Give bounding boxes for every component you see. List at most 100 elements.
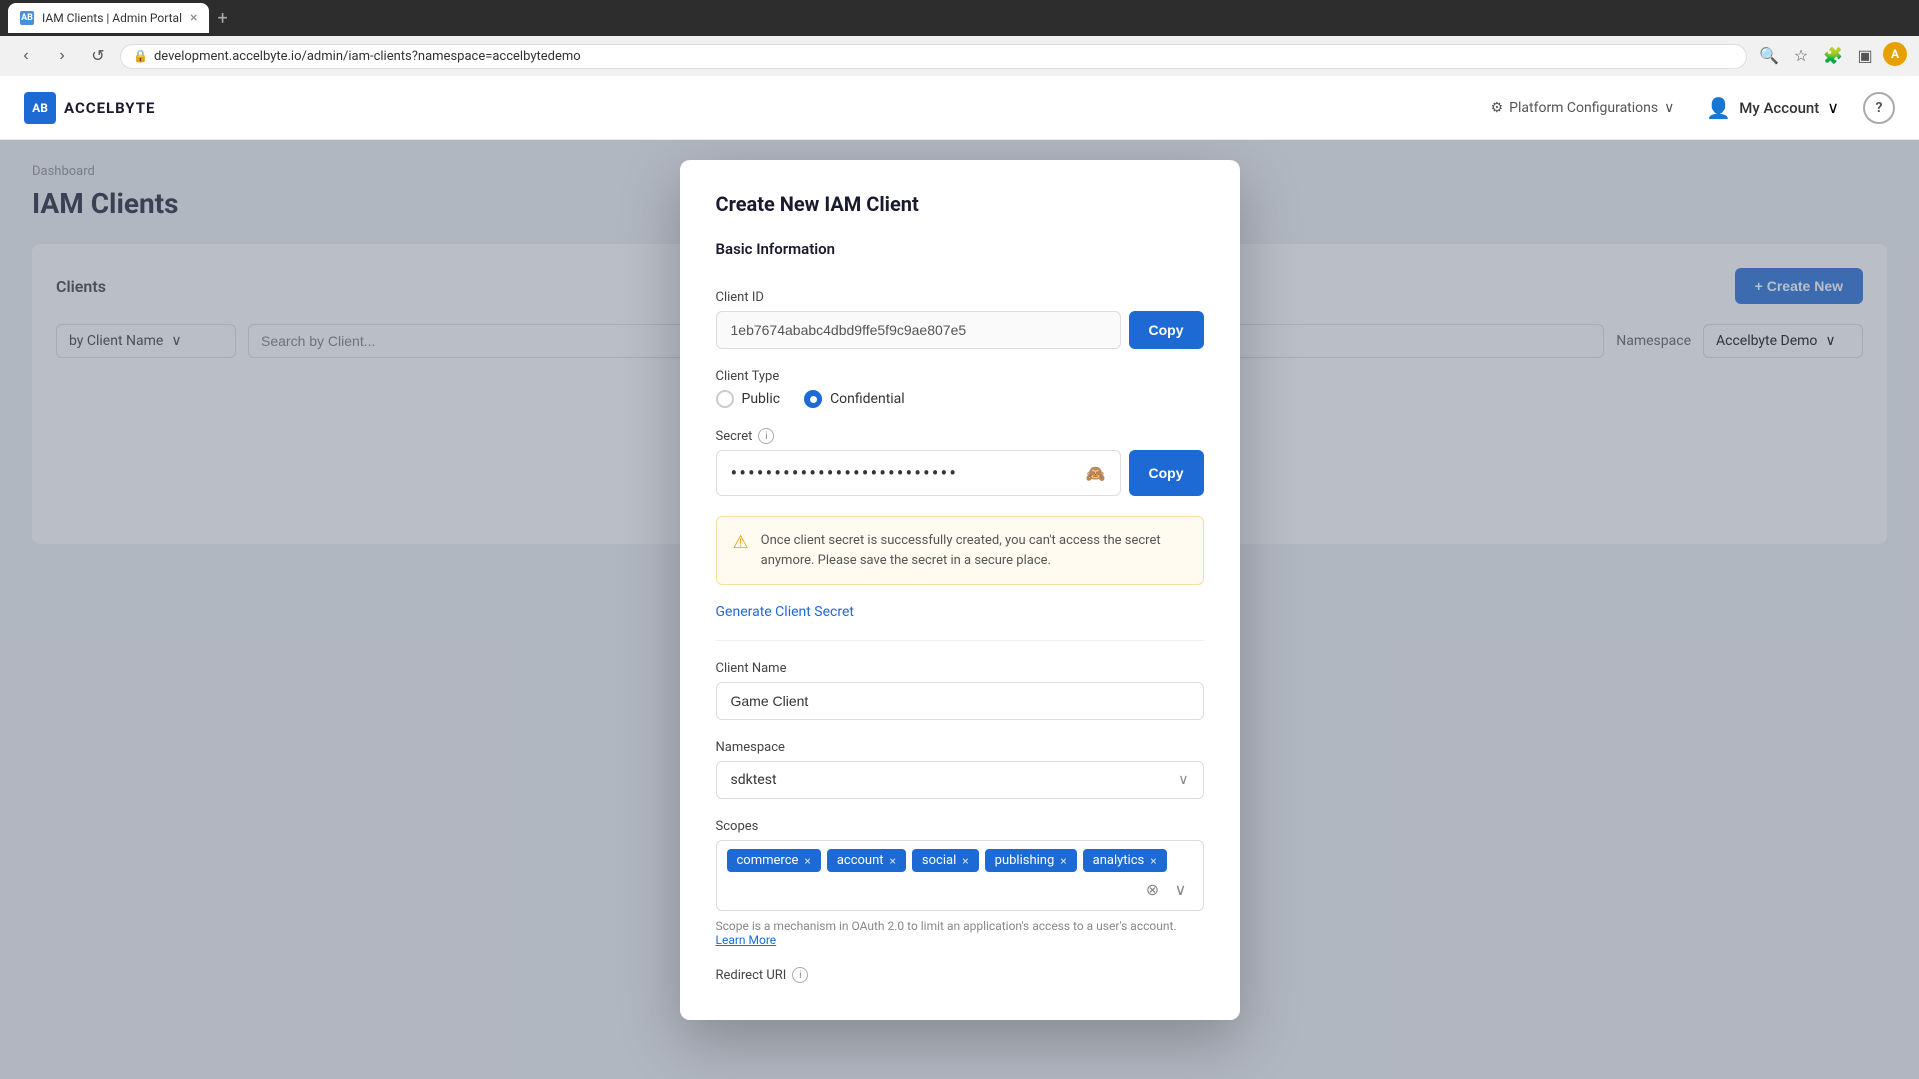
namespace-field-label: Namespace (716, 740, 1204, 755)
radio-public-label: Public (742, 391, 781, 407)
warning-icon: ⚠ (733, 532, 749, 570)
namespace-dropdown[interactable]: sdktest ∨ (716, 761, 1204, 799)
client-id-input-row: Copy (716, 311, 1204, 349)
scope-tag-analytics: analytics × (1083, 849, 1167, 872)
warning-text: Once client secret is successfully creat… (761, 531, 1187, 570)
tag-controls: ⊗ ∨ (1141, 878, 1193, 902)
platform-config-chevron: ∨ (1664, 100, 1674, 116)
divider (716, 640, 1204, 641)
user-avatar[interactable]: A (1883, 42, 1907, 66)
bookmark-icon[interactable]: ☆ (1787, 42, 1815, 70)
page-area: Dashboard IAM Clients Clients + Create N… (0, 140, 1919, 1079)
back-button[interactable]: ‹ (12, 42, 40, 70)
url-text: development.accelbyte.io/admin/iam-clien… (154, 49, 581, 64)
learn-more-link[interactable]: Learn More (716, 933, 777, 947)
radio-confidential-inner (810, 396, 817, 403)
logo-text: ACCELBYTE (64, 99, 155, 117)
scope-tag-commerce-label: commerce (737, 853, 799, 868)
client-type-label: Client Type (716, 369, 1204, 384)
scope-tag-account: account × (827, 849, 906, 872)
browser-tab[interactable]: AB IAM Clients | Admin Portal × (8, 3, 209, 33)
logo-icon: AB (24, 92, 56, 124)
scope-tag-publishing-remove[interactable]: × (1060, 854, 1066, 868)
warning-box: ⚠ Once client secret is successfully cre… (716, 516, 1204, 585)
client-name-label: Client Name (716, 661, 1204, 676)
sidebar-toggle[interactable]: ▣ (1851, 42, 1879, 70)
secret-group: Secret i •••••••••••••••••••••••••• 🙈 Co… (716, 428, 1204, 496)
platform-config-nav[interactable]: ⚙ Platform Configurations ∨ (1483, 92, 1683, 124)
secret-label: Secret i (716, 428, 1204, 444)
scope-tag-social: social × (912, 849, 979, 872)
logo-area: AB ACCELBYTE (24, 92, 1467, 124)
copy-client-id-button[interactable]: Copy (1129, 311, 1204, 349)
my-account-label: My Account (1739, 99, 1819, 117)
client-id-input[interactable] (716, 311, 1121, 349)
namespace-dropdown-value: sdktest (731, 772, 777, 788)
scope-tag-account-label: account (837, 853, 884, 868)
modal-overlay: Create New IAM Client Basic Information … (0, 140, 1919, 1079)
create-iam-modal: Create New IAM Client Basic Information … (680, 160, 1240, 1020)
help-button[interactable]: ? (1863, 92, 1895, 124)
clear-all-tags-button[interactable]: ⊗ (1141, 878, 1165, 902)
client-id-group: Client ID Copy (716, 290, 1204, 349)
modal-title: Create New IAM Client (716, 192, 1204, 216)
redirect-uri-label: Redirect URI i (716, 967, 1204, 983)
person-icon: 👤 (1706, 96, 1731, 120)
redirect-uri-group: Redirect URI i (716, 967, 1204, 983)
new-tab-button[interactable]: + (217, 8, 227, 29)
generate-secret-link[interactable]: Generate Client Secret (716, 604, 855, 620)
client-type-group: Client Type Public Confidential (716, 369, 1204, 408)
my-account-nav[interactable]: 👤 My Account ∨ (1706, 96, 1839, 120)
header-right: ⚙ Platform Configurations ∨ 👤 My Account… (1483, 92, 1895, 124)
scope-tag-analytics-label: analytics (1093, 853, 1145, 868)
namespace-dropdown-chevron: ∨ (1178, 772, 1188, 788)
expand-tags-button[interactable]: ∨ (1169, 878, 1193, 902)
main-content: Dashboard IAM Clients Clients + Create N… (0, 140, 1919, 1079)
secret-info-icon[interactable]: i (758, 428, 774, 444)
scope-tag-commerce: commerce × (727, 849, 821, 872)
secret-dots: •••••••••••••••••••••••••• (731, 461, 958, 485)
my-account-chevron: ∨ (1827, 98, 1839, 117)
redirect-uri-info-icon[interactable]: i (792, 967, 808, 983)
scope-hint: Scope is a mechanism in OAuth 2.0 to lim… (716, 919, 1204, 947)
lock-icon: 🔒 (133, 49, 148, 63)
address-bar[interactable]: 🔒 development.accelbyte.io/admin/iam-cli… (120, 44, 1747, 69)
tab-close-icon[interactable]: × (190, 10, 197, 26)
radio-confidential-label: Confidential (830, 391, 905, 407)
radio-confidential[interactable]: Confidential (804, 390, 905, 408)
app-container: AB ACCELBYTE ⚙ Platform Configurations ∨… (0, 76, 1919, 1079)
browser-chrome: AB IAM Clients | Admin Portal × + (0, 0, 1919, 36)
client-type-radio-group: Public Confidential (716, 390, 1204, 408)
reload-button[interactable]: ↺ (84, 42, 112, 70)
gear-icon: ⚙ (1491, 100, 1504, 116)
radio-public[interactable]: Public (716, 390, 781, 408)
scope-tag-social-remove[interactable]: × (962, 854, 968, 868)
scopes-group: Scopes commerce × account × soci (716, 819, 1204, 947)
client-id-label: Client ID (716, 290, 1204, 305)
radio-confidential-circle (804, 390, 822, 408)
browser-nav-icons: 🔍 ☆ 🧩 ▣ A (1755, 42, 1907, 70)
app-header: AB ACCELBYTE ⚙ Platform Configurations ∨… (0, 76, 1919, 140)
section-basic-title: Basic Information (716, 240, 1204, 270)
forward-button[interactable]: › (48, 42, 76, 70)
scopes-tags-container: commerce × account × social × (716, 840, 1204, 911)
namespace-field-group: Namespace sdktest ∨ (716, 740, 1204, 799)
scope-tag-account-remove[interactable]: × (890, 854, 896, 868)
client-name-group: Client Name (716, 661, 1204, 720)
tab-favicon: AB (20, 11, 34, 25)
scope-tag-social-label: social (922, 853, 956, 868)
zoom-icon[interactable]: 🔍 (1755, 42, 1783, 70)
secret-input-wrap: •••••••••••••••••••••••••• 🙈 (716, 450, 1121, 496)
eye-icon[interactable]: 🙈 (1086, 464, 1106, 483)
platform-config-label: Platform Configurations (1509, 100, 1658, 116)
scope-tag-commerce-remove[interactable]: × (804, 854, 810, 868)
copy-secret-button[interactable]: Copy (1129, 450, 1204, 496)
extension-icon[interactable]: 🧩 (1819, 42, 1847, 70)
radio-public-circle (716, 390, 734, 408)
client-name-input[interactable] (716, 682, 1204, 720)
scopes-label: Scopes (716, 819, 1204, 834)
scope-tag-publishing: publishing × (985, 849, 1077, 872)
secret-input-row: •••••••••••••••••••••••••• 🙈 Copy (716, 450, 1204, 496)
scope-tag-analytics-remove[interactable]: × (1150, 854, 1156, 868)
browser-nav: ‹ › ↺ 🔒 development.accelbyte.io/admin/i… (0, 36, 1919, 76)
